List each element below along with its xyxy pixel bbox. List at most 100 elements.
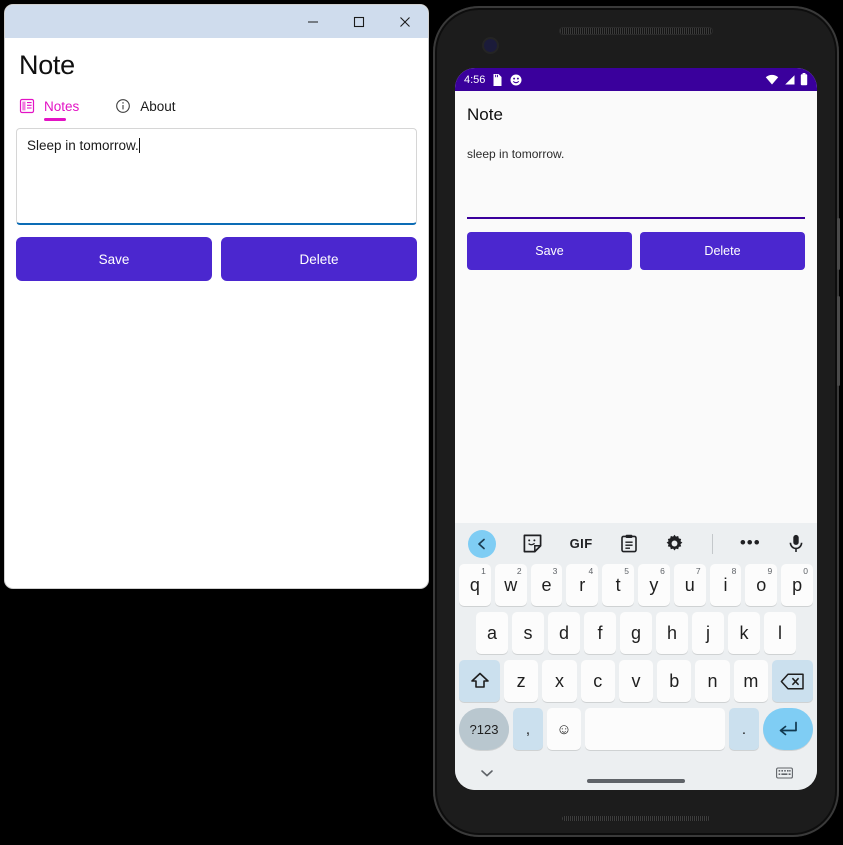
key-a[interactable]: a bbox=[476, 612, 508, 654]
tab-notes[interactable]: Notes bbox=[19, 98, 79, 121]
phone-button-row: Save Delete bbox=[467, 232, 805, 270]
window-titlebar[interactable] bbox=[5, 5, 428, 38]
tab-about[interactable]: About bbox=[115, 98, 176, 121]
close-icon[interactable] bbox=[382, 5, 428, 38]
key-k[interactable]: k bbox=[728, 612, 760, 654]
key-label: i bbox=[723, 574, 728, 595]
power-button[interactable] bbox=[837, 218, 840, 270]
key-e[interactable]: e3 bbox=[530, 564, 563, 606]
window-button-row: Save Delete bbox=[16, 237, 417, 281]
keyboard-row-2: a s d f g h j k l bbox=[459, 612, 813, 654]
virtual-keyboard: GIF ••• q 1 w 2 e 3 r 4 t 5 y 6 u 7 i 8 … bbox=[455, 523, 817, 790]
key-p[interactable]: p0 bbox=[781, 564, 813, 606]
phone-note-field[interactable]: sleep in tomorrow. bbox=[467, 145, 805, 219]
enter-icon[interactable] bbox=[763, 708, 813, 750]
key-label: e bbox=[541, 574, 552, 595]
gif-icon[interactable]: GIF bbox=[570, 536, 593, 551]
home-indicator[interactable] bbox=[587, 779, 685, 783]
wifi-icon bbox=[765, 74, 779, 84]
app-title: Note bbox=[467, 105, 503, 124]
key-label: p bbox=[792, 574, 803, 595]
key-g[interactable]: g bbox=[620, 612, 652, 654]
key-label: t bbox=[615, 574, 621, 595]
key-number: 6 bbox=[660, 566, 665, 576]
key-j[interactable]: j bbox=[692, 612, 724, 654]
sd-card-icon bbox=[493, 73, 502, 86]
key-number: 1 bbox=[481, 566, 486, 576]
key-t[interactable]: t5 bbox=[602, 564, 634, 606]
microphone-icon[interactable] bbox=[788, 534, 804, 553]
key-u[interactable]: u7 bbox=[673, 564, 706, 606]
key-b[interactable]: b bbox=[657, 660, 692, 702]
comma-key[interactable]: , bbox=[513, 708, 543, 750]
window-body: Note Notes About Sleep in tomorrow. Save… bbox=[5, 50, 428, 281]
toolbar-divider bbox=[711, 533, 713, 554]
keyboard-row-3: z x c v b n m bbox=[459, 660, 813, 702]
android-phone-frame: 4:56 Note sleep in tomorrow. Save Delete… bbox=[433, 6, 840, 837]
emoji-face-icon bbox=[510, 74, 522, 85]
delete-button[interactable]: Delete bbox=[221, 237, 417, 281]
key-d[interactable]: d bbox=[548, 612, 580, 654]
key-v[interactable]: v bbox=[618, 660, 654, 702]
status-bar-time: 4:56 bbox=[464, 73, 486, 86]
chevron-down-icon[interactable] bbox=[479, 767, 495, 779]
key-number: 7 bbox=[695, 566, 701, 576]
key-y[interactable]: y6 bbox=[638, 564, 670, 606]
keyboard-rows: q1 w2 e3 r4 t5 y6 u7 i8 o9 p0 a s d f g … bbox=[455, 564, 817, 750]
battery-icon bbox=[800, 73, 808, 86]
page-title: Note bbox=[19, 50, 75, 80]
key-l[interactable]: l bbox=[764, 612, 796, 654]
keyboard-nav-bar bbox=[455, 756, 817, 790]
symbols-key[interactable]: ?123 bbox=[459, 708, 509, 750]
key-w[interactable]: w2 bbox=[494, 564, 527, 606]
key-r[interactable]: r4 bbox=[566, 564, 599, 606]
key-label: u bbox=[684, 574, 695, 595]
screenshot-root: Note Notes About Sleep in tomorrow. Save… bbox=[0, 0, 843, 845]
key-label: y bbox=[649, 574, 659, 595]
key-q[interactable]: q1 bbox=[459, 564, 491, 606]
key-x[interactable]: x bbox=[542, 660, 577, 702]
note-textarea[interactable]: Sleep in tomorrow. bbox=[16, 128, 417, 225]
phone-delete-button[interactable]: Delete bbox=[640, 232, 805, 270]
desktop-note-window: Note Notes About Sleep in tomorrow. Save… bbox=[5, 5, 428, 588]
keyboard-switch-icon[interactable] bbox=[776, 767, 793, 779]
more-options-icon[interactable]: ••• bbox=[740, 534, 761, 551]
key-f[interactable]: f bbox=[584, 612, 616, 654]
shift-icon[interactable] bbox=[459, 660, 501, 702]
back-chevron-icon[interactable] bbox=[468, 529, 496, 558]
key-number: 5 bbox=[624, 566, 629, 576]
key-m[interactable]: m bbox=[733, 660, 768, 702]
period-key[interactable]: . bbox=[729, 708, 759, 750]
info-icon bbox=[116, 99, 131, 113]
space-key[interactable] bbox=[585, 708, 725, 750]
save-button[interactable]: Save bbox=[16, 237, 212, 281]
signal-icon bbox=[785, 74, 795, 84]
list-icon bbox=[19, 98, 35, 114]
minimize-icon[interactable] bbox=[290, 5, 336, 38]
key-o[interactable]: o9 bbox=[745, 564, 778, 606]
phone-screen: 4:56 Note sleep in tomorrow. Save Delete… bbox=[455, 68, 817, 790]
maximize-icon[interactable] bbox=[336, 5, 382, 38]
key-c[interactable]: c bbox=[580, 660, 615, 702]
gear-icon[interactable] bbox=[665, 534, 684, 553]
earpiece-speaker bbox=[560, 28, 712, 34]
sticker-icon[interactable] bbox=[523, 534, 542, 553]
key-h[interactable]: h bbox=[656, 612, 688, 654]
clipboard-icon[interactable] bbox=[620, 534, 638, 553]
tab-active-indicator bbox=[44, 118, 66, 121]
volume-button[interactable] bbox=[837, 296, 840, 386]
key-z[interactable]: z bbox=[504, 660, 539, 702]
key-number: 0 bbox=[803, 566, 808, 576]
key-label: o bbox=[756, 574, 767, 595]
key-s[interactable]: s bbox=[512, 612, 544, 654]
tab-notes-label: Notes bbox=[44, 98, 80, 114]
key-n[interactable]: n bbox=[695, 660, 730, 702]
key-number: 9 bbox=[767, 566, 773, 576]
phone-save-button[interactable]: Save bbox=[467, 232, 632, 270]
status-bar-right bbox=[765, 73, 808, 86]
key-i[interactable]: i8 bbox=[709, 564, 742, 606]
emoji-key[interactable]: ☺ bbox=[547, 708, 581, 750]
backspace-icon[interactable] bbox=[771, 660, 813, 702]
keyboard-row-4: ?123 , ☺ . bbox=[459, 708, 813, 750]
key-label: w bbox=[504, 574, 518, 595]
